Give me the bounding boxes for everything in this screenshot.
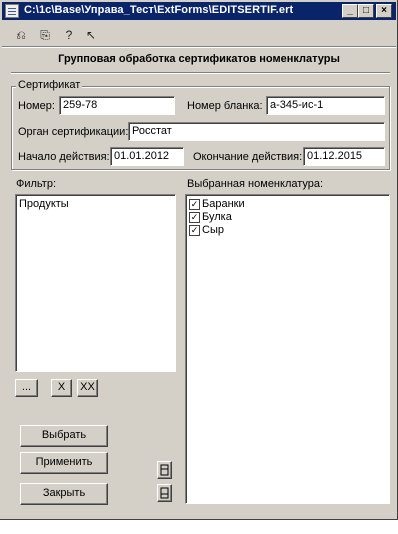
filter-clear-button[interactable]: X — [51, 379, 72, 397]
title-bar[interactable]: C:\1c\Base\Управа_Тест\ExtForms\EDITSERT… — [2, 2, 396, 20]
move-up-icon — [160, 464, 169, 476]
list-item[interactable]: ✓ Баранки — [189, 198, 386, 211]
app-document-icon — [5, 4, 19, 18]
checkbox-checked-icon[interactable]: ✓ — [189, 225, 200, 236]
end-date-label: Окончание действия: — [193, 151, 303, 163]
list-item-label: Баранки — [202, 198, 245, 210]
organ-label: Орган сертификации: — [18, 126, 129, 138]
start-date-label: Начало действия: — [18, 151, 110, 163]
title-divider — [11, 72, 390, 74]
checkbox-checked-icon[interactable]: ✓ — [189, 212, 200, 223]
blank-number-label: Номер бланка: — [187, 100, 263, 112]
certificate-group-label: Сертификат — [16, 79, 83, 91]
close-button[interactable]: Закрыть — [20, 483, 108, 505]
move-up-button[interactable] — [157, 461, 172, 479]
help-icon[interactable]: ? — [60, 27, 78, 43]
checkbox-checked-icon[interactable]: ✓ — [189, 199, 200, 210]
list-item[interactable]: ✓ Сыр — [189, 224, 386, 237]
selected-list[interactable]: ✓ Баранки ✓ Булка ✓ Сыр — [185, 194, 390, 504]
filter-clear-all-button[interactable]: XX — [77, 379, 98, 397]
close-window-button[interactable]: × — [376, 4, 392, 18]
save-icon[interactable]: ⎘ — [36, 27, 54, 43]
start-date-field[interactable]: 01.01.2012 — [110, 147, 184, 166]
blank-number-field[interactable]: а-345-ис-1 — [266, 96, 385, 115]
main-window: C:\1c\Base\Управа_Тест\ExtForms\EDITSERT… — [0, 0, 398, 520]
filter-select-button[interactable]: ... — [15, 379, 38, 397]
apply-button[interactable]: Применить — [20, 452, 108, 474]
minimize-button[interactable]: _ — [342, 4, 358, 18]
move-down-icon — [160, 487, 169, 499]
filter-label: Фильтр: — [16, 178, 57, 190]
toolbar-divider — [2, 46, 396, 48]
list-item-label: Сыр — [202, 224, 224, 236]
list-item[interactable]: ✓ Булка — [189, 211, 386, 224]
move-down-button[interactable] — [157, 484, 172, 502]
number-label: Номер: — [18, 100, 55, 112]
list-item[interactable]: Продукты — [19, 198, 172, 211]
end-date-field[interactable]: 01.12.2015 — [303, 147, 385, 166]
maximize-button[interactable]: □ — [358, 4, 374, 18]
selected-label: Выбранная номенклатура: — [187, 178, 324, 190]
filter-list[interactable]: Продукты — [15, 194, 176, 372]
form-title: Групповая обработка сертификатов номенкл… — [58, 53, 340, 65]
number-field[interactable]: 259-78 — [59, 96, 175, 115]
whats-this-icon[interactable]: ↖ — [82, 27, 100, 43]
choose-button[interactable]: Выбрать — [20, 425, 108, 447]
window-title: C:\1c\Base\Управа_Тест\ExtForms\EDITSERT… — [24, 4, 294, 16]
list-item-label: Булка — [202, 211, 232, 223]
organ-field[interactable]: Росстат — [128, 122, 385, 141]
open-icon[interactable]: ⎌ — [12, 27, 30, 43]
